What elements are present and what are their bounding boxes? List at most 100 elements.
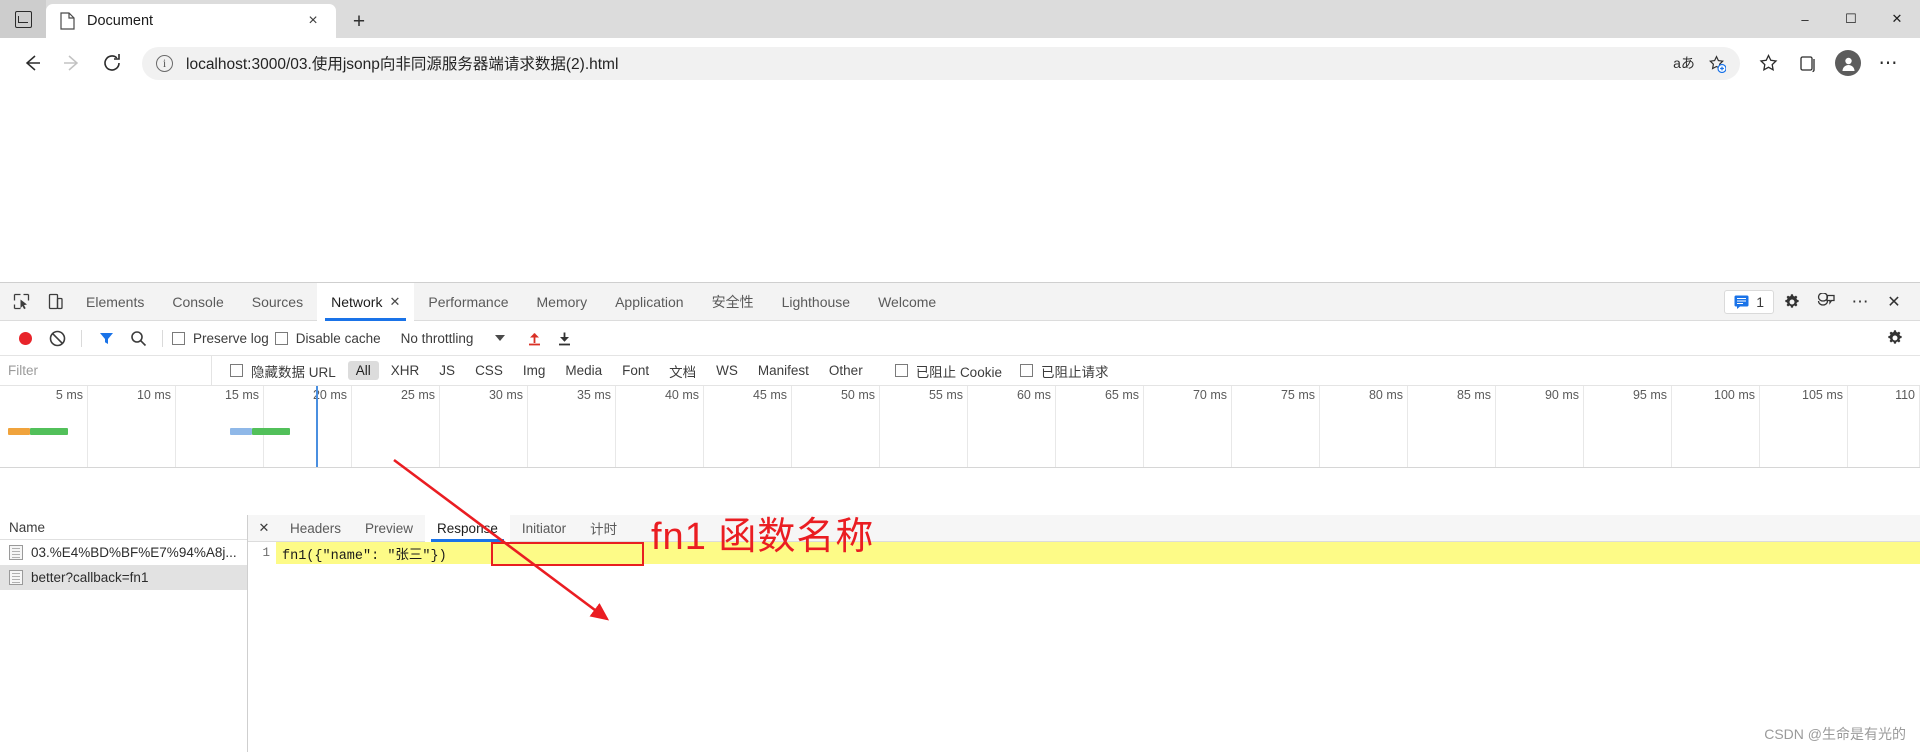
reading-mode-icon[interactable]: aあ [1668,48,1700,78]
feedback-icon[interactable] [1810,287,1842,317]
browser-more-icon[interactable]: ⋯ [1868,43,1908,83]
type-filter-manifest[interactable]: Manifest [750,361,817,380]
type-filter-js[interactable]: JS [431,361,463,380]
record-icon[interactable] [10,323,40,353]
maximize-button[interactable]: ☐ [1828,0,1874,38]
throttling-dropdown[interactable]: No throttling [393,329,512,348]
overview-tick: 50 ms [840,388,875,402]
table-row[interactable]: 03.%E4%BD%BF%E7%94%A8j... [0,540,247,565]
type-filter-img[interactable]: Img [515,361,554,380]
detail-tab-timing[interactable]: 计时 [578,515,629,542]
chevron-down-icon [495,335,506,341]
filter-input[interactable]: Filter [0,355,212,386]
type-filter-all[interactable]: All [347,361,379,380]
detail-tab-response[interactable]: Response [425,514,510,542]
tab-label: Performance [428,293,509,310]
overview-request-band [8,428,30,435]
title-bar: Document × + – ☐ ✕ [0,0,1920,38]
devtools-tab-security[interactable]: 安全性 [698,283,768,321]
overview-tick: 25 ms [400,388,435,402]
document-icon [9,570,23,585]
devtools-tab-welcome[interactable]: Welcome [864,283,950,321]
devtools-tab-memory[interactable]: Memory [523,283,602,321]
vertical-tabs-icon[interactable] [0,0,46,38]
export-har-icon[interactable] [549,323,579,353]
overview-tick: 20 ms [312,388,347,402]
close-icon[interactable]: ✕ [389,294,400,310]
devtools-tab-lighthouse[interactable]: Lighthouse [768,283,865,321]
filter-icon[interactable] [91,323,121,353]
network-settings-icon[interactable] [1880,323,1910,353]
gear-icon[interactable] [1776,287,1808,317]
tab-label: Application [615,293,684,310]
browser-toolbar-right: ⋯ [1748,43,1908,83]
checkbox-box [274,331,288,345]
har-buttons [519,323,579,353]
type-filter-doc[interactable]: 文档 [661,359,704,383]
blocked-cookies-checkbox[interactable]: 已阻止 Cookie [894,361,1002,381]
detail-tabbar: ✕ Headers Preview Response Initiator 计时 [248,514,1920,542]
detail-close-icon[interactable]: ✕ [250,515,278,542]
profile-avatar[interactable] [1828,43,1868,83]
devtools-tab-elements[interactable]: Elements [72,283,158,321]
tab-close-icon[interactable]: × [300,8,326,34]
detail-tab-preview[interactable]: Preview [353,515,425,542]
back-button[interactable] [12,43,52,83]
devtools-tab-sources[interactable]: Sources [238,283,317,321]
navigation-bar: i localhost:3000/03.使用jsonp向非同源服务器端请求数据(… [0,38,1920,88]
omnibox-actions: aあ [1668,48,1732,78]
detail-tab-initiator[interactable]: Initiator [510,515,578,542]
overview-dcl-marker [316,386,318,467]
devtools-tab-application[interactable]: Application [601,283,698,321]
disable-cache-checkbox[interactable]: Disable cache [274,331,381,346]
type-filter-other[interactable]: Other [821,361,871,380]
add-favorite-icon[interactable] [1700,48,1732,78]
checkbox-box [894,364,908,377]
type-filter-css[interactable]: CSS [467,361,511,380]
address-bar[interactable]: i localhost:3000/03.使用jsonp向非同源服务器端请求数据(… [142,46,1740,80]
reload-button[interactable] [92,43,132,83]
overview-tick: 70 ms [1192,388,1227,402]
type-filter-media[interactable]: Media [557,361,610,380]
overview-tick: 65 ms [1104,388,1139,402]
table-row[interactable]: better?callback=fn1 [0,565,247,590]
devtools-tab-console[interactable]: Console [158,283,237,321]
forward-button[interactable] [52,43,92,83]
message-icon [1734,295,1749,309]
device-toolbar-icon[interactable] [38,285,72,319]
devtools-tab-network[interactable]: Network ✕ [317,282,415,321]
line-number: 1 [248,542,276,564]
type-filter-font[interactable]: Font [614,361,657,380]
type-filter-xhr[interactable]: XHR [383,361,428,380]
search-icon[interactable] [123,323,153,353]
detail-tab-headers[interactable]: Headers [278,515,353,542]
inspect-element-icon[interactable] [4,285,38,319]
devtools-header-actions: 1 ⋯ ✕ [1724,287,1920,317]
throttling-value: No throttling [400,330,474,346]
preserve-log-checkbox[interactable]: Preserve log [172,331,269,346]
url-text: localhost:3000/03.使用jsonp向非同源服务器端请求数据(2)… [186,56,619,73]
browser-tab[interactable]: Document × [46,4,336,38]
message-count-badge[interactable]: 1 [1724,289,1774,314]
devtools-tab-performance[interactable]: Performance [414,283,522,321]
overview-tick: 105 ms [1802,388,1843,402]
close-window-button[interactable]: ✕ [1874,0,1920,38]
clear-icon[interactable] [42,323,72,353]
page-icon [60,12,75,30]
type-filter-ws[interactable]: WS [708,361,746,380]
new-tab-button[interactable]: + [342,4,376,38]
devtools-more-icon[interactable]: ⋯ [1844,287,1876,317]
overview-tick: 35 ms [576,388,611,402]
import-har-icon[interactable] [519,323,549,353]
network-filter-row: Filter 隐藏数据 URL All XHR JS CSS Img Media… [0,355,1920,386]
overview-tick: 10 ms [136,388,171,402]
site-info-icon[interactable]: i [156,54,173,72]
devtools-close-icon[interactable]: ✕ [1878,287,1910,317]
minimize-button[interactable]: – [1782,0,1828,38]
hide-data-urls-checkbox[interactable]: 隐藏数据 URL [230,361,336,381]
favorites-star-icon[interactable] [1748,43,1788,83]
network-overview-timeline[interactable]: 5 ms 10 ms 15 ms 20 ms 25 ms 30 ms 35 ms… [0,386,1920,468]
blocked-requests-checkbox[interactable]: 已阻止请求 [1019,361,1108,381]
collections-icon[interactable] [1788,43,1828,83]
response-body[interactable]: 1 fn1({"name": "张三"}) [248,542,1920,752]
